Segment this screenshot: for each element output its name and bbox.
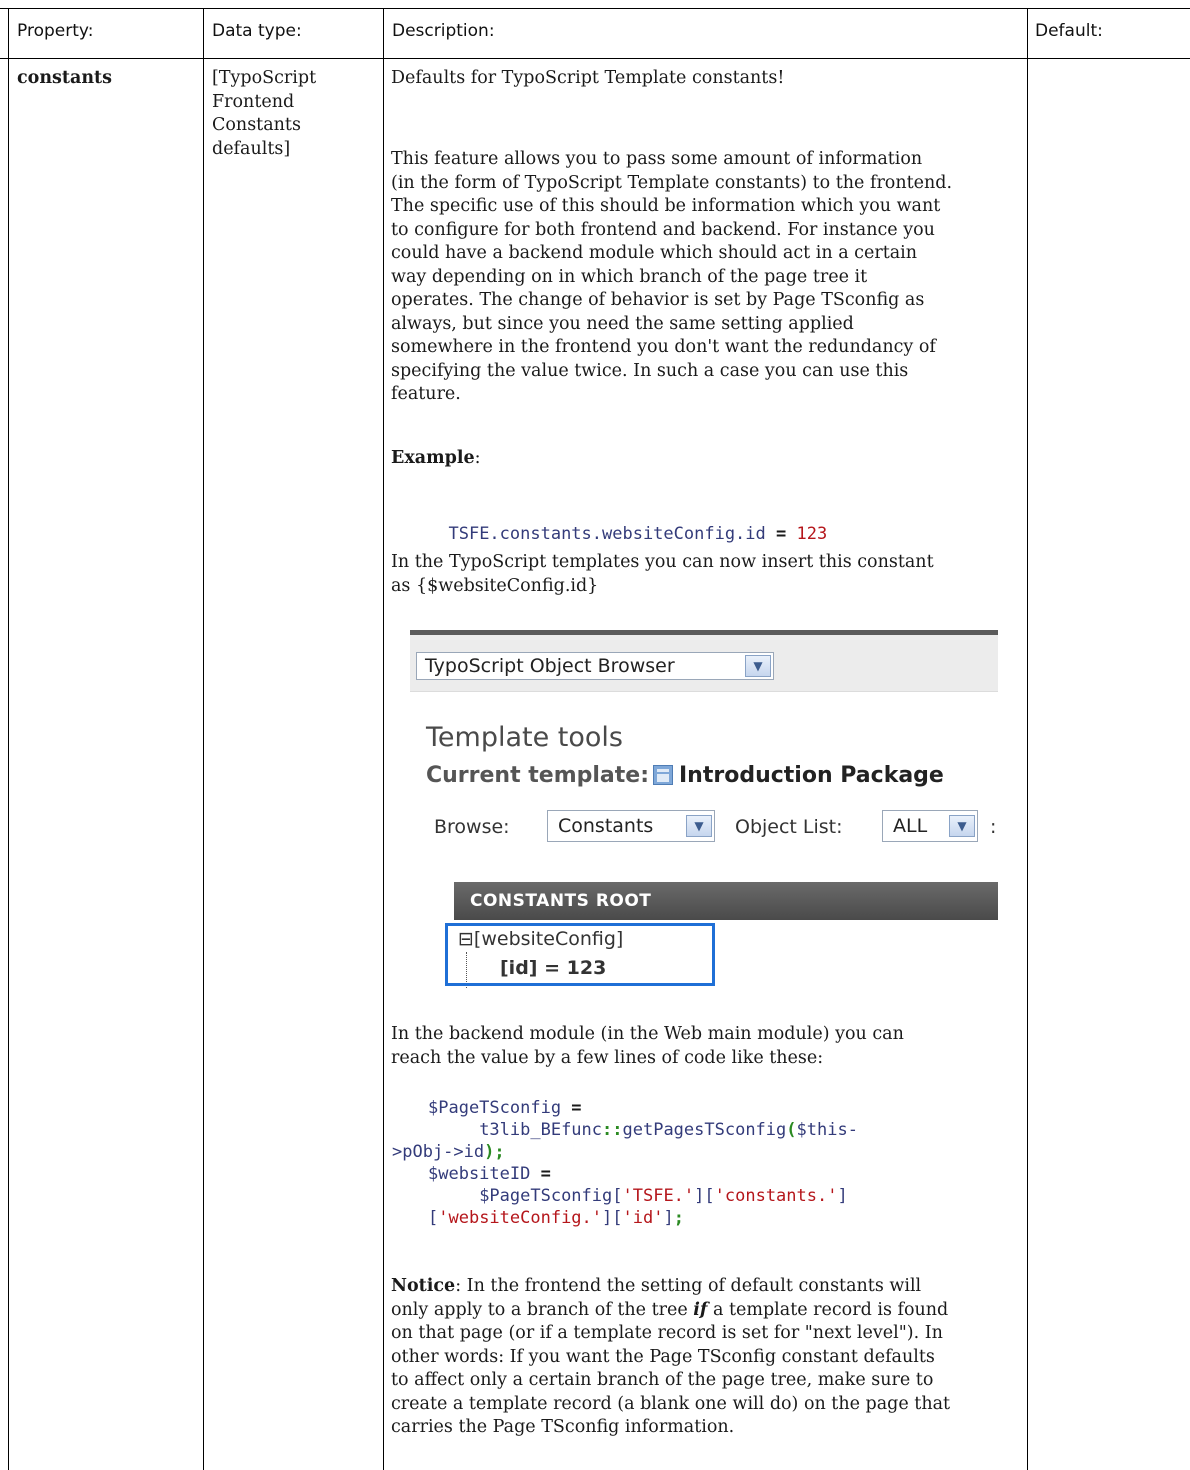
browse-select[interactable]: Constants ▼ xyxy=(547,810,715,842)
template-icon xyxy=(653,765,673,785)
desc-backend: In the backend module (in the Web main m… xyxy=(391,1023,904,1070)
code-value: 123 xyxy=(796,524,828,544)
datatype-line: defaults] xyxy=(212,138,291,159)
notice-line: only apply to a branch of the tree if a … xyxy=(391,1299,949,1320)
screenshot-toolbar: TypoScript Object Browser ▼ xyxy=(410,635,998,692)
notice-line: create a template record (a blank one wi… xyxy=(391,1393,951,1414)
module-select[interactable]: TypoScript Object Browser ▼ xyxy=(416,652,774,680)
module-select-value: TypoScript Object Browser xyxy=(425,655,675,677)
notice-line: to affect only a certain branch of the p… xyxy=(391,1370,934,1390)
browse-select-value: Constants xyxy=(558,815,654,837)
desc-paragraph: This feature allows you to pass some amo… xyxy=(391,148,952,407)
notice-line: other words: If you want the Page TSconf… xyxy=(391,1346,935,1367)
constants-root-header: CONSTANTS ROOT xyxy=(454,882,998,920)
object-list-value: ALL xyxy=(893,815,928,837)
header-bottom-border xyxy=(0,58,1190,59)
code-line: ['websiteConfig.']['id']; xyxy=(428,1208,684,1228)
notice-line: on that page (or if a template record is… xyxy=(391,1323,943,1343)
col-border-2 xyxy=(383,8,384,1470)
desc-line: to configure for both frontend and backe… xyxy=(391,219,935,240)
code-example-1: TSFE.constants.websiteConfig.id = 123 xyxy=(428,501,827,545)
desc-intro: Defaults for TypoScript Template constan… xyxy=(391,68,785,88)
browse-label: Browse: xyxy=(434,816,510,838)
example-colon: : xyxy=(474,448,481,468)
object-list-select[interactable]: ALL ▼ xyxy=(882,810,978,842)
code-line: >pObj->id); xyxy=(392,1142,505,1162)
property-name: constants xyxy=(17,68,112,88)
datatype-line: Constants xyxy=(212,115,301,135)
header-default: Default: xyxy=(1035,21,1103,41)
datatype-line: [TypoScript xyxy=(212,68,317,88)
desc-line: somewhere in the frontend you don't want… xyxy=(391,337,936,357)
header-datatype: Data type: xyxy=(212,21,302,41)
chevron-down-icon[interactable]: ▼ xyxy=(686,815,712,837)
desc-line: The specific use of this should be infor… xyxy=(391,196,941,216)
desc-line: In the TypoScript templates you can now … xyxy=(391,552,934,572)
trailing-text: : xyxy=(990,816,997,838)
desc-line: (in the form of TypoScript Template cons… xyxy=(391,172,953,193)
code-line: $websiteID = xyxy=(428,1164,551,1184)
col-border-left xyxy=(8,8,9,1470)
desc-line: specifying the value twice. In such a ca… xyxy=(391,360,909,381)
current-template-value: Introduction Package xyxy=(679,763,944,788)
desc-line: always, but since you need the same sett… xyxy=(391,313,854,334)
chevron-down-icon[interactable]: ▼ xyxy=(949,815,975,837)
desc-line: reach the value by a few lines of code l… xyxy=(391,1047,824,1068)
desc-line: This feature allows you to pass some amo… xyxy=(391,149,923,169)
desc-line: could have a backend module which should… xyxy=(391,243,918,263)
desc-line: In the backend module (in the Web main m… xyxy=(391,1024,904,1044)
current-template-label: Current template: xyxy=(426,763,649,788)
datatype-line: Frontend xyxy=(212,91,295,112)
chevron-down-icon[interactable]: ▼ xyxy=(745,655,771,677)
current-template: Current template: Introduction Package xyxy=(426,763,944,788)
table-top-border xyxy=(0,8,1190,9)
desc-line: feature. xyxy=(391,384,461,404)
example-heading: Example: xyxy=(391,447,481,471)
code-op: = xyxy=(765,524,797,544)
datatype-cell: [TypoScript Frontend Constants defaults] xyxy=(212,67,316,161)
screenshot-title: Template tools xyxy=(426,722,623,753)
code-line: t3lib_BEfunc::getPagesTSconfig($this- xyxy=(479,1120,858,1140)
desc-line: operates. The change of behavior is set … xyxy=(391,290,925,310)
object-list-label: Object List: xyxy=(735,816,843,838)
notice-label: Notice xyxy=(391,1276,456,1296)
example-label: Example xyxy=(391,448,475,468)
notice-line: carries the Page TSconfig information. xyxy=(391,1417,735,1437)
code-key: TSFE.constants.websiteConfig.id xyxy=(448,524,766,544)
desc-line: as {$websiteConfig.id} xyxy=(391,575,599,596)
desc-insert-constant: In the TypoScript templates you can now … xyxy=(391,551,934,598)
code-example-2: $PageTSconfig = t3lib_BEfunc::getPagesTS… xyxy=(392,1075,858,1251)
header-property: Property: xyxy=(17,21,94,41)
header-description: Description: xyxy=(392,21,495,41)
embedded-screenshot: TypoScript Object Browser ▼ Template too… xyxy=(410,630,998,988)
desc-line: way depending on in which branch of the … xyxy=(391,266,868,287)
notice-paragraph: Notice: In the frontend the setting of d… xyxy=(391,1275,950,1440)
code-line: $PageTSconfig = xyxy=(428,1098,582,1118)
notice-line: Notice: In the frontend the setting of d… xyxy=(391,1276,922,1296)
highlight-box xyxy=(445,923,715,986)
col-border-1 xyxy=(203,8,204,1470)
code-line: $PageTSconfig['TSFE.']['constants.'] xyxy=(479,1186,848,1206)
col-border-3 xyxy=(1027,8,1028,1470)
